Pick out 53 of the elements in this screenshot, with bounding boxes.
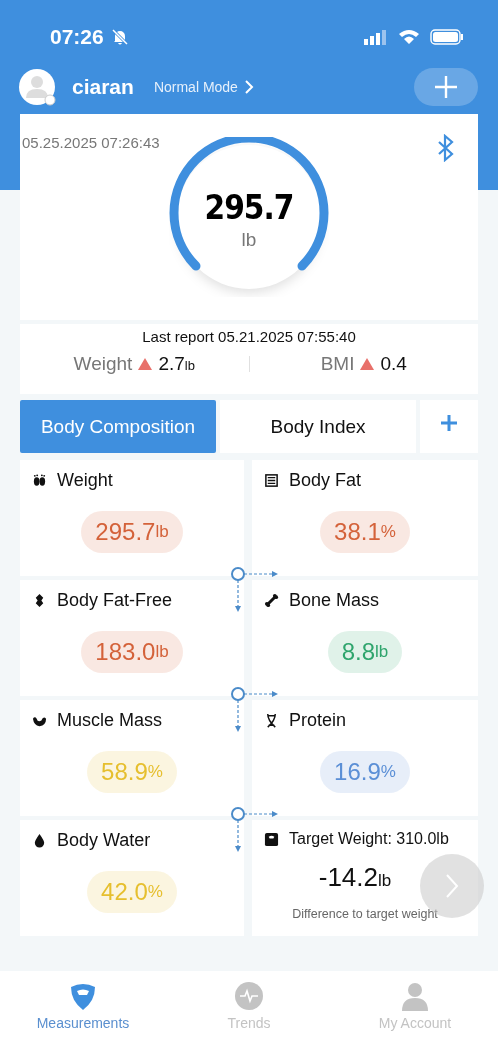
mode-label[interactable]: Normal Mode <box>153 79 238 95</box>
scale-icon <box>264 831 279 847</box>
target-caption: Difference to target weight <box>291 907 439 921</box>
scale-icon <box>68 981 98 1011</box>
metric-label: Protein <box>289 710 347 731</box>
add-tab-button[interactable] <box>420 400 478 453</box>
metric-label: Weight <box>57 470 113 491</box>
metric-label: Body Fat-Free <box>57 590 173 611</box>
metric-value[interactable]: 42.0% <box>87 871 177 913</box>
metric-label: Muscle Mass <box>57 710 163 731</box>
person-icon <box>400 981 430 1011</box>
change-value: 0.4 <box>380 353 407 375</box>
tab[interactable]: Body Composition <box>20 400 216 453</box>
weight-reading: 295.7 <box>204 187 294 227</box>
metric-value[interactable]: 8.8lb <box>327 631 403 673</box>
user-name[interactable]: ciaran <box>72 75 134 99</box>
pulse-icon <box>234 981 264 1011</box>
status-time: 07:26 <box>50 25 104 49</box>
tab[interactable]: Body Index <box>220 400 416 453</box>
plus-icon <box>433 74 459 100</box>
bone-icon <box>264 593 279 608</box>
nav-tab[interactable]: Trends <box>166 971 332 1043</box>
water-drop-icon <box>32 833 47 848</box>
target-difference: -14.2lb <box>317 862 393 893</box>
chevron-right-icon[interactable] <box>243 79 254 95</box>
avatar-icon[interactable] <box>18 68 56 106</box>
footprints-icon <box>32 473 47 488</box>
add-button[interactable] <box>414 68 478 106</box>
metric-value[interactable]: 16.9% <box>320 751 410 793</box>
chevron-right-icon <box>445 873 459 899</box>
weight-unit: lb <box>241 228 257 251</box>
nav-tab[interactable]: Measurements <box>0 971 166 1043</box>
target-label: Target Weight: 310.0lb <box>289 830 449 848</box>
dna-icon <box>264 713 279 728</box>
plus-icon <box>440 414 458 432</box>
measurement-timestamp: 05.25.2025 07:26:43 <box>22 134 160 151</box>
last-report-text: Last report 05.21.2025 07:55:40 <box>142 328 356 345</box>
change-label: BMI <box>320 353 355 375</box>
fat-layers-icon <box>264 473 279 488</box>
battery-icon <box>430 29 464 45</box>
wifi-icon <box>398 29 420 45</box>
metric-label: Body Water <box>57 830 151 851</box>
metric-label: Body Fat <box>289 470 362 491</box>
metric-value[interactable]: 58.9% <box>87 751 177 793</box>
change-value: 2.7lb <box>158 353 195 375</box>
metric-value[interactable]: 295.7lb <box>81 511 183 553</box>
metric-value[interactable]: 38.1% <box>320 511 410 553</box>
signal-icon <box>364 29 388 45</box>
metric-value[interactable]: 183.0lb <box>81 631 183 673</box>
metric-label: Bone Mass <box>289 590 380 611</box>
bell-off-icon <box>109 27 130 47</box>
nav-tab[interactable]: My Account <box>332 971 498 1043</box>
change-label: Weight <box>73 353 133 375</box>
